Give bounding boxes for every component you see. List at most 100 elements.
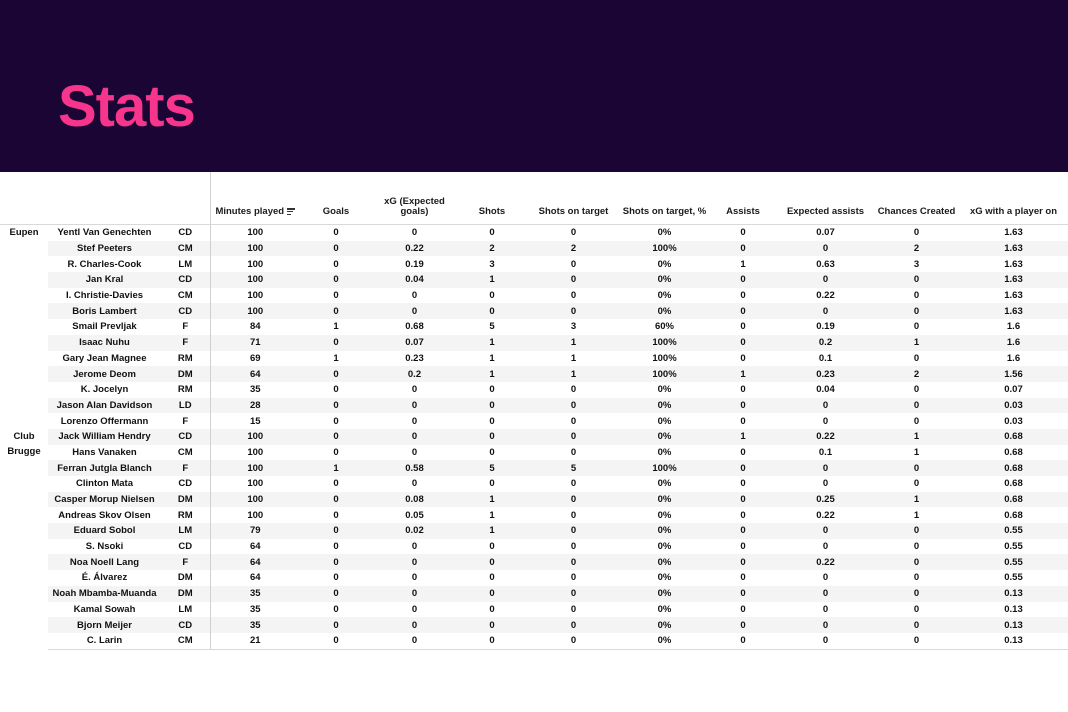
table-row[interactable]: Kamal Sowah LM 35 0 0 0 0 0% 0 0 0 0.13 [0,601,1068,618]
cell-shots: 0 [457,538,527,555]
player-name[interactable]: Isaac Nuhu [48,334,161,351]
cell-chances-created: 0 [874,319,959,335]
cell-shots-on-target-pct: 0% [620,491,709,508]
cell-shots-on-target: 0 [527,585,620,602]
header-expected-assists[interactable]: Expected assists [777,172,874,225]
table-row[interactable]: Club Brugge Jack William Hendry CD 100 0 0 0 0 0%… [0,428,1068,650]
table-row[interactable]: Eduard Sobol LM 79 0 0.02 1 0 0% 0 0 0 0.55 [0,523,1068,539]
player-name[interactable]: Hans Vanaken [48,444,161,461]
cell-assists: 0 [709,334,777,351]
table-row[interactable]: Jerome Deom DM 64 0 0.2 1 1 100% 1 0.23 2 1.56 [0,366,1068,382]
header-xg[interactable]: xG (Expected goals) [372,172,457,225]
cell-expected-assists: 0.07 [777,224,874,241]
cell-expected-assists: 0.19 [777,319,874,335]
player-name[interactable]: Jason Alan Davidson [48,397,161,414]
player-position: CD [161,476,211,492]
cell-shots-on-target: 0 [527,570,620,586]
cell-assists: 0 [709,444,777,461]
player-name[interactable]: Noah Mbamba-Muanda [48,585,161,602]
cell-assists: 0 [709,491,777,508]
header-xg-with-player-on[interactable]: xG with a player on [959,172,1068,225]
table-row[interactable]: Isaac Nuhu F 71 0 0.07 1 1 100% 0 0.2 1 1.6 [0,334,1068,351]
player-name[interactable]: Andreas Skov Olsen [48,507,161,524]
player-name[interactable]: Casper Morup Nielsen [48,491,161,508]
cell-shots-on-target: 0 [527,224,620,241]
cell-goals: 0 [300,413,372,429]
cell-chances-created: 2 [874,240,959,257]
table-row[interactable]: Gary Jean Magnee RM 69 1 0.23 1 1 100% 0 0.1 0 1.6 [0,350,1068,367]
cell-goals: 0 [300,585,372,602]
table-row[interactable]: Ferran Jutgla Blanch F 100 1 0.58 5 5 100% 0 0 0 0.… [0,460,1068,476]
cell-shots: 0 [457,444,527,461]
table-row[interactable]: R. Charles-Cook LM 100 0 0.19 3 0 0% 1 0.63 3 1.63 [0,256,1068,273]
table-row[interactable]: Eupen Yentl Van Genechten CD 100 0 0 0 0 0% 0 0.07… [0,224,1068,429]
cell-chances-created: 2 [874,366,959,382]
table-row[interactable]: Noah Mbamba-Muanda DM 35 0 0 0 0 0% 0 0 0 0.13 [0,585,1068,602]
player-name[interactable]: Bjorn Meijer [48,617,161,633]
player-name[interactable]: Jan Kral [48,272,161,288]
player-name[interactable]: Gary Jean Magnee [48,350,161,367]
cell-chances-created: 1 [874,507,959,524]
cell-expected-assists: 0 [777,303,874,320]
player-name[interactable]: Yentl Van Genechten [48,224,161,241]
table-row[interactable]: Stef Peeters CM 100 0 0.22 2 2 100% 0 0 2 1.63 [0,240,1068,257]
table-row[interactable]: É. Álvarez DM 64 0 0 0 0 0% 0 0 0 0.55 [0,570,1068,586]
table-row[interactable]: Hans Vanaken CM 100 0 0 0 0 0% 0 0.1 1 0.68 [0,444,1068,461]
cell-minutes-played: 100 [210,444,300,461]
header-chances-created[interactable]: Chances Created [874,172,959,225]
header-shots-on-target-pct[interactable]: Shots on target, % [620,172,709,225]
header-goals[interactable]: Goals [300,172,372,225]
cell-shots-on-target: 0 [527,523,620,539]
table-row[interactable]: I. Christie-Davies CM 100 0 0 0 0 0% 0 0.22 0 1.63 [0,287,1068,304]
player-name[interactable]: Kamal Sowah [48,601,161,618]
table-row[interactable]: Smail Prevljak F 84 1 0.68 5 3 60% 0 0.19 0 1.6 [0,319,1068,335]
table-row[interactable]: Noa Noell Lang F 64 0 0 0 0 0% 0 0.22 0 0.55 [0,554,1068,571]
header-assists[interactable]: Assists [709,172,777,225]
team-label: Club Brugge [0,428,48,650]
cell-shots-on-target: 1 [527,366,620,382]
table-row[interactable]: S. Nsoki CD 64 0 0 0 0 0% 0 0 0 0.55 [0,538,1068,555]
player-name[interactable]: Eduard Sobol [48,523,161,539]
cell-minutes-played: 100 [210,491,300,508]
player-name[interactable]: Jerome Deom [48,366,161,382]
table-row[interactable]: Andreas Skov Olsen RM 100 0 0.05 1 0 0% 0 0.22 1 0.… [0,507,1068,524]
player-name[interactable]: Boris Lambert [48,303,161,320]
table-row[interactable]: Bjorn Meijer CD 35 0 0 0 0 0% 0 0 0 0.13 [0,617,1068,633]
header-shots[interactable]: Shots [457,172,527,225]
table-row[interactable]: Jason Alan Davidson LD 28 0 0 0 0 0% 0 0 0 0.03 [0,397,1068,414]
player-name[interactable]: É. Álvarez [48,570,161,586]
sort-descending-icon[interactable] [287,208,296,215]
cell-goals: 0 [300,554,372,571]
table-row[interactable]: Clinton Mata CD 100 0 0 0 0 0% 0 0 0 0.68 [0,476,1068,492]
player-name[interactable]: Clinton Mata [48,476,161,492]
player-name[interactable]: I. Christie-Davies [48,287,161,304]
player-position: F [161,460,211,476]
cell-expected-assists: 0.22 [777,428,874,445]
player-name[interactable]: Smail Prevljak [48,319,161,335]
cell-xg-with-player-on: 1.63 [959,272,1068,288]
player-name[interactable]: Ferran Jutgla Blanch [48,460,161,476]
player-name[interactable]: R. Charles-Cook [48,256,161,273]
player-name[interactable]: Lorenzo Offermann [48,413,161,429]
player-position: F [161,413,211,429]
table-row[interactable]: C. Larin CM 21 0 0 0 0 0% 0 0 0 0.13 [0,632,1068,650]
table-row[interactable]: Boris Lambert CD 100 0 0 0 0 0% 0 0 0 1.63 [0,303,1068,320]
cell-xg-with-player-on: 1.6 [959,319,1068,335]
player-name[interactable]: Noa Noell Lang [48,554,161,571]
table-row[interactable]: Casper Morup Nielsen DM 100 0 0.08 1 0 0% 0 0.25 1… [0,491,1068,508]
cell-shots-on-target: 0 [527,601,620,618]
cell-shots-on-target: 0 [527,444,620,461]
table-row[interactable]: Lorenzo Offermann F 15 0 0 0 0 0% 0 0 0 0.03 [0,413,1068,429]
cell-shots-on-target-pct: 0% [620,303,709,320]
header-shots-on-target[interactable]: Shots on target [527,172,620,225]
player-name[interactable]: Stef Peeters [48,240,161,257]
player-name[interactable]: C. Larin [48,632,161,650]
cell-goals: 0 [300,240,372,257]
player-name[interactable]: S. Nsoki [48,538,161,555]
table-row[interactable]: Jan Kral CD 100 0 0.04 1 0 0% 0 0 0 1.63 [0,272,1068,288]
cell-assists: 0 [709,538,777,555]
table-row[interactable]: K. Jocelyn RM 35 0 0 0 0 0% 0 0.04 0 0.07 [0,381,1068,398]
header-minutes-played[interactable]: Minutes played [210,172,300,225]
player-name[interactable]: K. Jocelyn [48,381,161,398]
player-name[interactable]: Jack William Hendry [48,428,161,445]
